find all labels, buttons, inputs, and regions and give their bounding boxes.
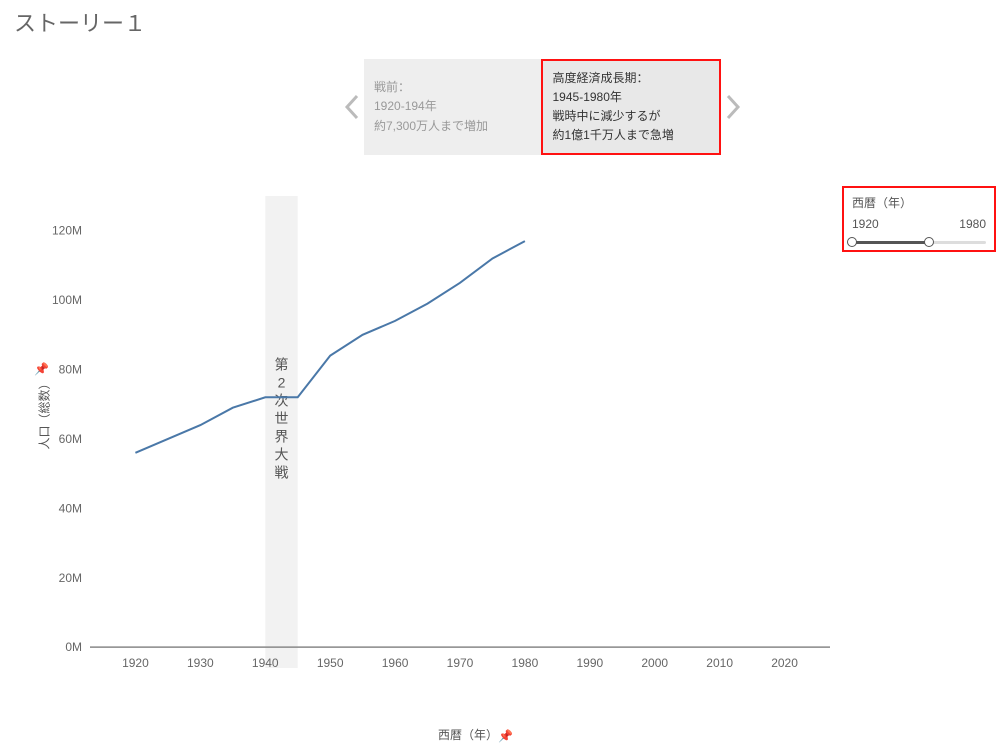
y-tick-label: 60M [59, 432, 82, 446]
y-tick-label: 100M [52, 293, 82, 307]
x-tick-label: 1930 [187, 656, 214, 670]
story-card-line: 戦時中に減少するが [553, 107, 710, 126]
filter-panel: 西暦（年） 1920 1980 [842, 186, 996, 252]
pin-icon[interactable]: 📌 [34, 362, 49, 376]
x-axis-label: 西暦（年） [438, 726, 498, 743]
x-tick-label: 2010 [706, 656, 733, 670]
slider-thumb-max[interactable] [924, 237, 934, 247]
annotation-text: 次 [274, 393, 288, 409]
y-axis: 0M 20M 40M 60M 80M 100M 120M [52, 224, 82, 654]
range-slider[interactable] [852, 235, 986, 251]
y-tick-label: 120M [52, 224, 82, 238]
slider-selection [852, 241, 929, 244]
story-cards: 戦前：1920-194年約7,300万人まで増加高度経済成長期：1945-198… [364, 59, 721, 155]
annotation-text: 戦 [274, 465, 288, 481]
story-card-line: 1920-194年 [374, 97, 531, 116]
series-line [135, 241, 525, 453]
story-card-line: 約7,300万人まで増加 [374, 117, 531, 136]
x-tick-label: 1950 [317, 656, 344, 670]
annotation-text: 2 [278, 375, 286, 391]
annotation-text: 大 [274, 447, 288, 463]
page-title: ストーリー１ [14, 6, 146, 38]
story-card-line: 高度経済成長期： [553, 69, 710, 88]
chart-area: 第 2 次世界大戦 0M 20M 40M 60M 80M 100M 120M 1920 1930 194… [30, 186, 840, 716]
filter-title: 西暦（年） [852, 194, 986, 211]
annotation-text: 界 [274, 429, 288, 445]
story-card-line: 約1億1千万人まで急増 [553, 126, 710, 145]
x-tick-label: 2000 [641, 656, 668, 670]
y-tick-label: 0M [65, 640, 82, 654]
x-tick-label: 1980 [512, 656, 539, 670]
x-tick-label: 1970 [447, 656, 474, 670]
y-tick-label: 20M [59, 571, 82, 585]
story-card-1[interactable]: 高度経済成長期：1945-1980年戦時中に減少するが約1億1千万人まで急増 [541, 59, 722, 155]
chevron-left-icon [343, 94, 361, 120]
annotation-text: 世 [274, 411, 288, 427]
x-axis: 1920 1930 1940 1950 1960 1970 1980 1990 2000 2010… [122, 647, 798, 670]
story-card-line: 1945-1980年 [553, 88, 710, 107]
y-tick-label: 40M [59, 501, 82, 515]
chart[interactable]: 第 2 次世界大戦 0M 20M 40M 60M 80M 100M 120M 1920 1930 194… [30, 186, 840, 716]
filter-max-label: 1980 [959, 217, 986, 231]
slider-thumb-min[interactable] [847, 237, 857, 247]
x-tick-label: 1920 [122, 656, 149, 670]
filter-min-label: 1920 [852, 217, 879, 231]
story-card-line: 戦前： [374, 78, 531, 97]
story-prev-button[interactable] [340, 94, 364, 120]
story-navigation: 戦前：1920-194年約7,300万人まで増加高度経済成長期：1945-198… [340, 52, 745, 162]
story-next-button[interactable] [721, 94, 745, 120]
annotation-text: 第 [274, 357, 288, 373]
y-axis-label: 人口（総数） [36, 377, 53, 449]
chevron-right-icon [724, 94, 742, 120]
x-tick-label: 1960 [382, 656, 409, 670]
x-tick-label: 1990 [576, 656, 603, 670]
story-card-0[interactable]: 戦前：1920-194年約7,300万人まで増加 [364, 59, 541, 155]
pin-icon[interactable]: 📌 [498, 729, 513, 743]
x-tick-label: 2020 [771, 656, 798, 670]
x-tick-label: 1940 [252, 656, 279, 670]
y-tick-label: 80M [59, 363, 82, 377]
